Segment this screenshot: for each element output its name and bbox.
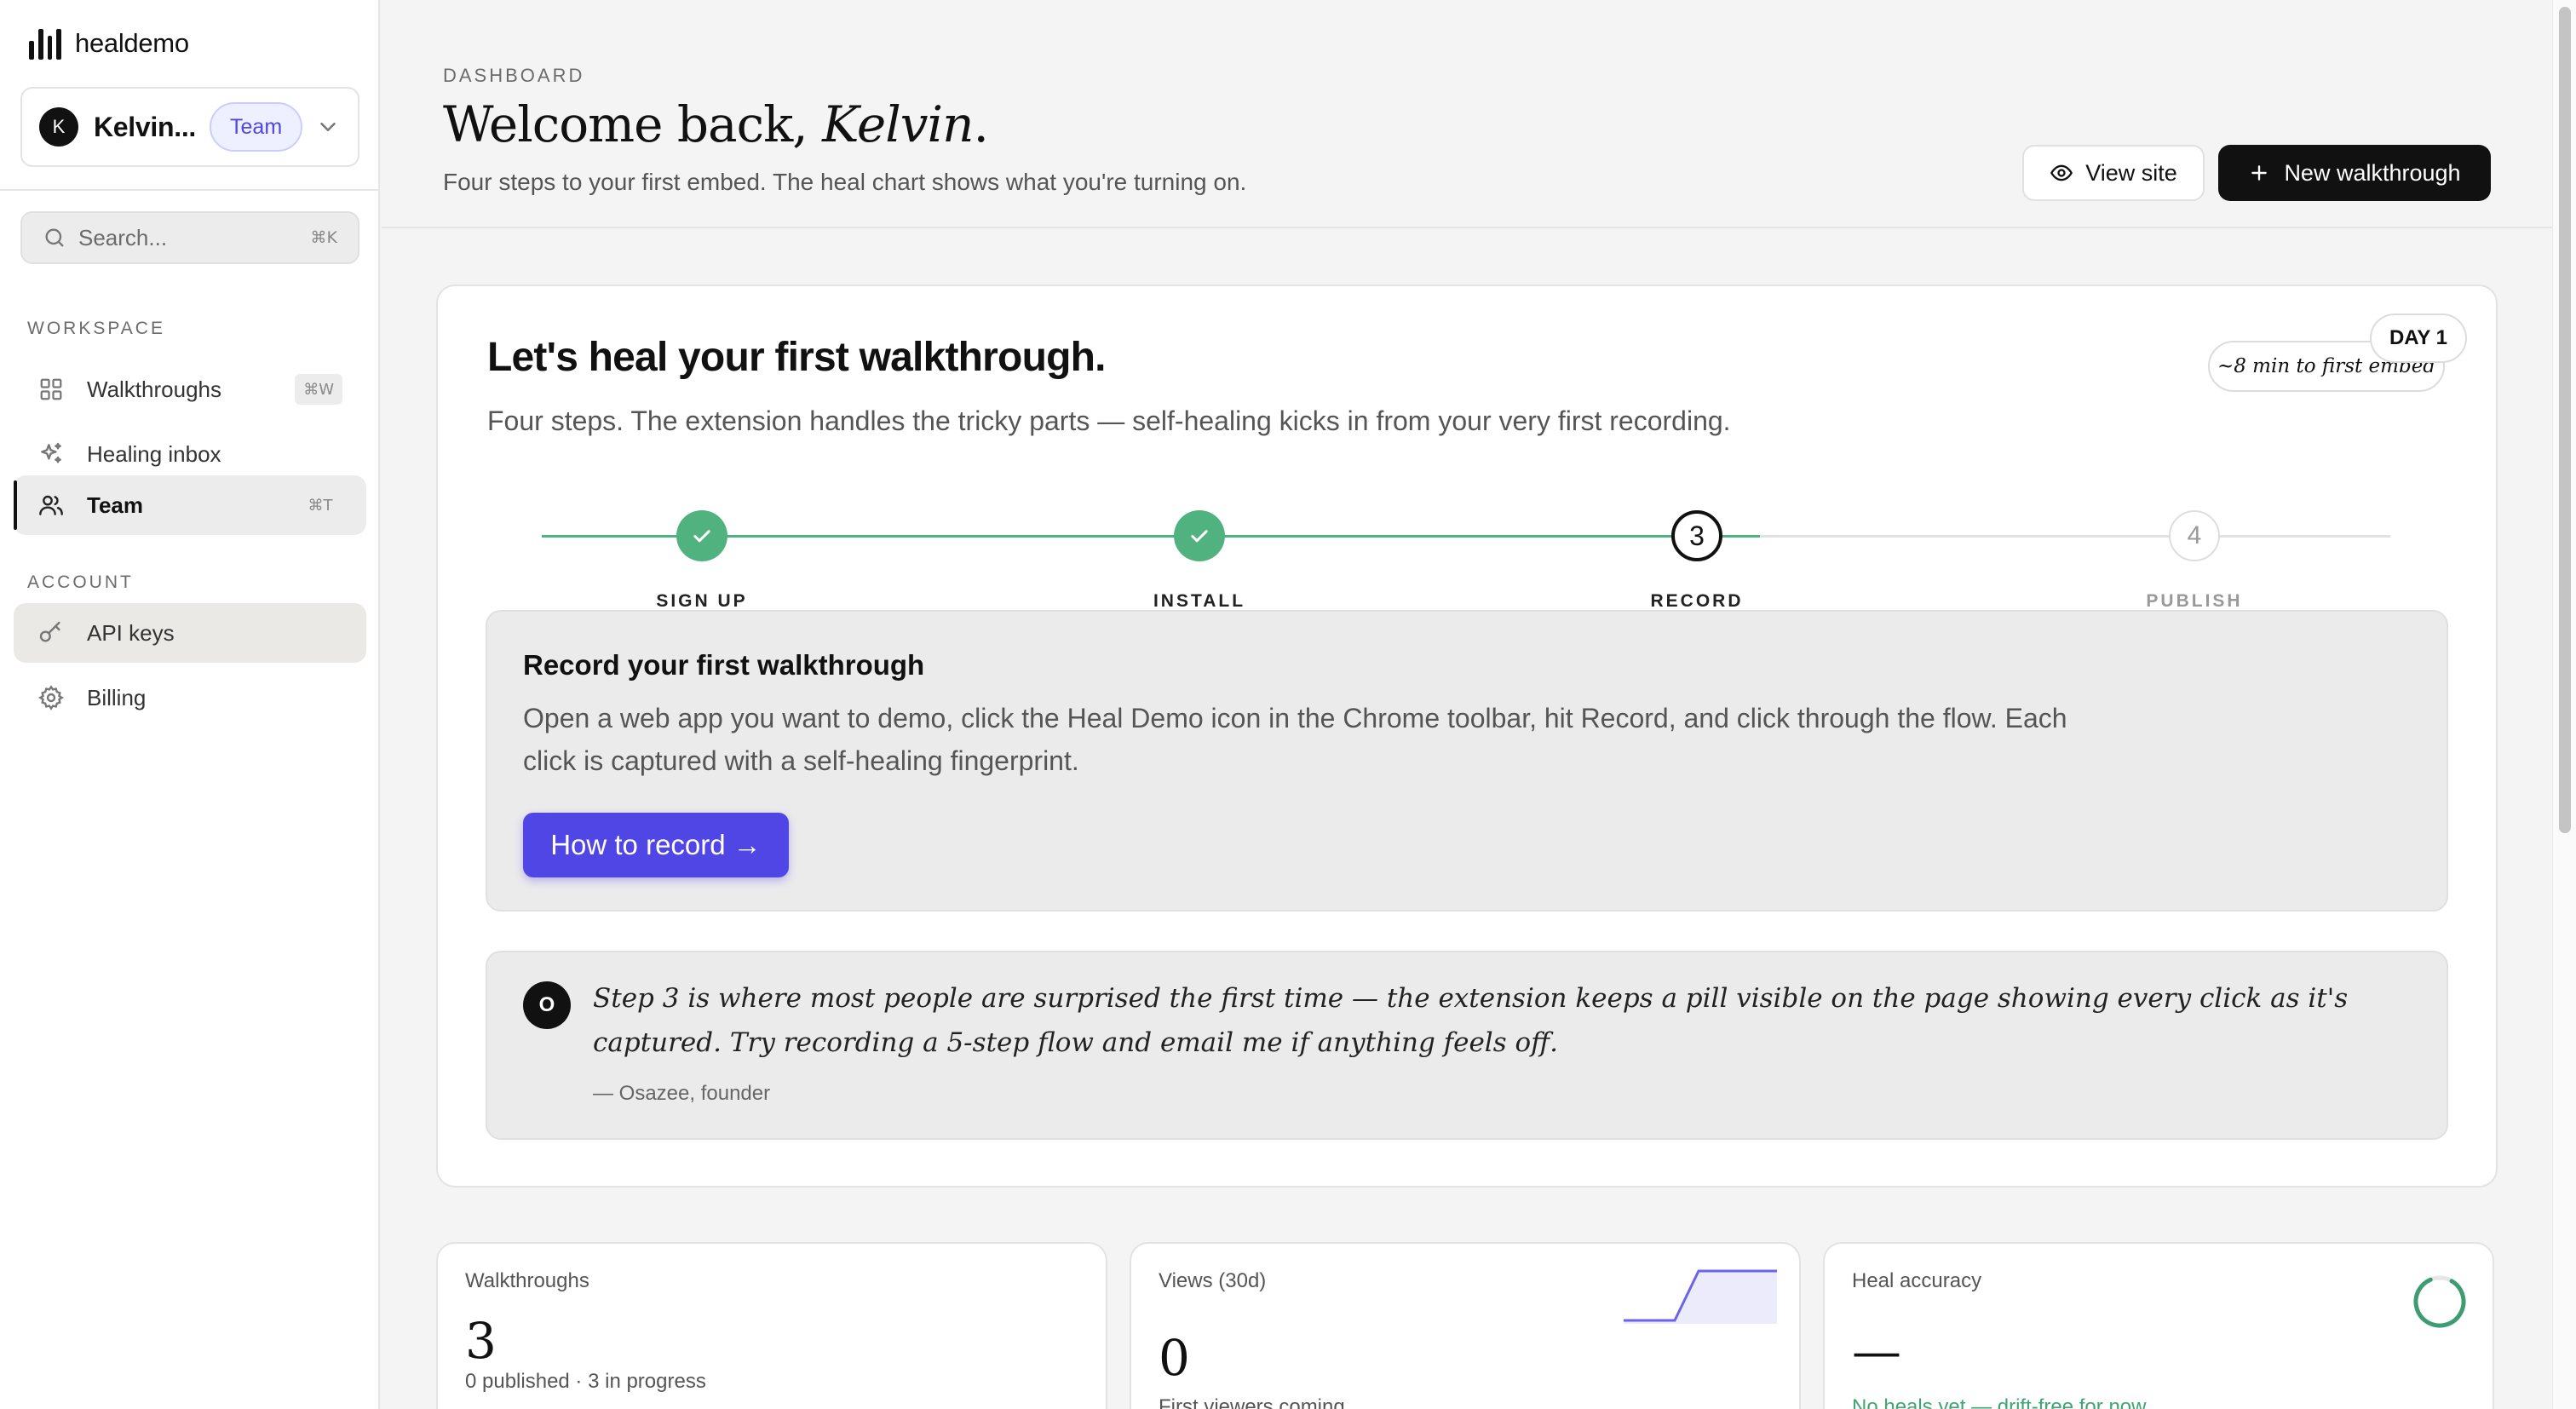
stat-label: Views (30d) (1159, 1269, 1267, 1292)
views-sparkline (1624, 1269, 1777, 1324)
sidebar-item-label: Billing (87, 684, 147, 710)
stat-value: 3 (465, 1312, 497, 1370)
view-site-label: View site (2085, 159, 2177, 186)
stat-subtext: First viewers coming (1159, 1395, 1345, 1409)
step-3-node: 3 (1671, 510, 1722, 561)
workspace-switcher[interactable]: K Kelvin... Team (20, 87, 359, 167)
step-2-check-icon (1174, 510, 1225, 561)
grid-icon (37, 376, 65, 403)
key-icon (37, 619, 65, 647)
sidebar-item-team[interactable]: Team ⌘T (14, 475, 366, 535)
onboarding-title: Let's heal your first walkthrough. (487, 335, 1106, 380)
scrollbar[interactable] (2552, 0, 2576, 1409)
title-prefix: Welcome back, (443, 95, 823, 153)
breadcrumb: DASHBOARD (443, 65, 585, 86)
plan-badge: Team (210, 102, 303, 152)
stat-value: — (1852, 1322, 1901, 1380)
divider (0, 189, 380, 191)
sidebar-item-label: API keys (87, 619, 175, 646)
stat-subtext: No heals yet — drift-free for now (1852, 1395, 2147, 1409)
brand[interactable]: healdemo (29, 27, 189, 60)
search-placeholder: Search... (78, 224, 168, 250)
avatar: K (39, 107, 78, 147)
search-input[interactable]: Search... ⌘K (20, 211, 359, 264)
stat-card-heal-accuracy[interactable]: Heal accuracy — No heals yet — drift-fre… (1823, 1242, 2494, 1409)
step-remaining-line (1760, 535, 2390, 538)
stat-card-views[interactable]: Views (30d) 0 First viewers coming (1130, 1242, 1801, 1409)
section-label-workspace: WORKSPACE (27, 319, 165, 338)
search-shortcut: ⌘K (310, 228, 337, 247)
sidebar-item-label: Team (87, 492, 143, 518)
gear-icon (37, 684, 65, 711)
onboarding-subtitle: Four steps. The extension handles the tr… (487, 405, 1731, 436)
scrollbar-thumb[interactable] (2559, 7, 2571, 833)
page-title: Welcome back, Kelvin. (443, 95, 989, 153)
search-icon (45, 228, 64, 247)
step-4-node: 4 (2169, 510, 2220, 561)
step-1-check-icon (676, 510, 727, 561)
shortcut-badge: ⌘T (308, 496, 333, 515)
accuracy-ring (2413, 1275, 2466, 1328)
sidebar-item-api-keys[interactable]: API keys (14, 603, 366, 663)
workspace-name: Kelvin... (94, 111, 197, 142)
sidebar-item-walkthroughs[interactable]: Walkthroughs ⌘W (14, 359, 366, 419)
sidebar-item-billing[interactable]: Billing (14, 668, 366, 728)
record-title: Record your first walkthrough (523, 649, 925, 681)
onboarding-stepper: SIGN UP INSTALL 3 RECORD 4 PUBLISH (438, 482, 2499, 611)
sidebar-item-label: Healing inbox (87, 440, 221, 467)
page-subtitle: Four steps to your first embed. The heal… (443, 169, 1247, 195)
users-icon (37, 492, 65, 519)
sidebar-item-label: Walkthroughs (87, 376, 221, 402)
step-label-install: INSTALL (1153, 591, 1246, 611)
new-walkthrough-label: New walkthrough (2284, 159, 2461, 186)
stat-subtext: 0 published · 3 in progress (465, 1370, 706, 1393)
new-walkthrough-button[interactable]: New walkthrough (2218, 145, 2491, 201)
founder-note: O Step 3 is where most people are surpri… (486, 951, 2448, 1140)
eye-icon (2050, 164, 2073, 181)
sparkles-icon (37, 440, 65, 468)
section-label-account: ACCOUNT (27, 572, 134, 592)
record-description: Open a web app you want to demo, click t… (523, 703, 2067, 776)
step-label-sign-up: SIGN UP (656, 591, 748, 611)
founder-quote: Step 3 is where most people are surprise… (593, 983, 2349, 1058)
stat-value: 0 (1159, 1329, 1190, 1387)
day-badge: DAY 1 (2370, 313, 2467, 363)
brand-name: healdemo (75, 28, 189, 58)
title-name: Kelvin (822, 95, 974, 153)
record-step-panel: Record your first walkthrough Open a web… (486, 610, 2448, 912)
avatar: O (523, 981, 571, 1029)
chevron-down-icon (320, 123, 336, 131)
founder-attribution: — Osazee, founder (593, 1082, 771, 1105)
step-label-record: RECORD (1650, 591, 1744, 611)
stat-label: Walkthroughs (465, 1269, 589, 1292)
stat-label: Heal accuracy (1852, 1269, 1982, 1292)
logo-icon (29, 27, 61, 60)
view-site-button[interactable]: View site (2022, 145, 2205, 201)
onboarding-card: Let's heal your first walkthrough. Four … (436, 285, 2498, 1188)
how-to-record-button[interactable]: How to record → (523, 813, 789, 877)
stat-card-walkthroughs[interactable]: Walkthroughs 3 0 published · 3 in progre… (436, 1242, 1107, 1409)
title-suffix: . (973, 95, 988, 153)
sidebar: healdemo K Kelvin... Team Search... ⌘K W… (0, 0, 380, 1409)
step-label-publish: PUBLISH (2146, 591, 2243, 611)
plus-icon (2251, 165, 2268, 181)
shortcut-badge: ⌘W (295, 374, 342, 405)
